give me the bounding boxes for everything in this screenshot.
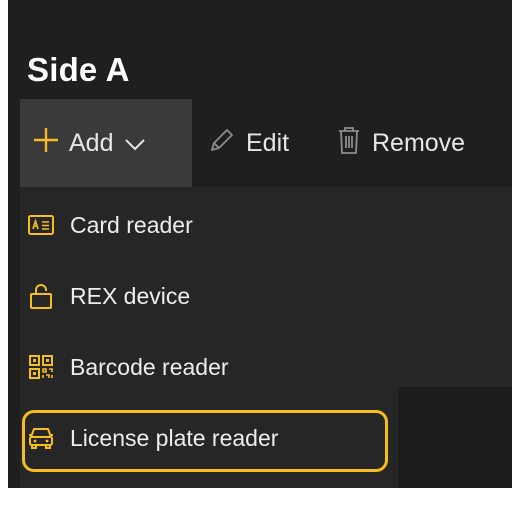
side-panel: Side A Add Edit Remove Card reader REX d… [8, 0, 512, 488]
menu-item-label: Card reader [70, 211, 193, 238]
qr-code-icon [28, 354, 54, 380]
page-title: Side A [27, 51, 130, 88]
selection-highlight [22, 410, 388, 472]
edit-button-label: Edit [246, 128, 290, 157]
unlock-icon [28, 283, 54, 309]
plus-icon [33, 127, 59, 160]
menu-item-label: REX device [70, 282, 191, 309]
trash-icon [336, 125, 362, 162]
menu-item-label: Barcode reader [70, 353, 229, 380]
remove-button[interactable]: Remove [336, 99, 465, 187]
pencil-icon [208, 126, 236, 161]
chevron-down-icon [125, 129, 146, 158]
remove-button-label: Remove [372, 128, 466, 157]
menu-item-barcode-reader[interactable]: Barcode reader [28, 347, 229, 387]
menu-backdrop [398, 387, 512, 488]
menu-item-card-reader[interactable]: Card reader [28, 205, 193, 245]
add-button-label: Add [69, 128, 114, 157]
edit-button[interactable]: Edit [208, 99, 289, 187]
toolbar: Add Edit Remove [20, 99, 512, 187]
card-reader-icon [28, 212, 54, 238]
menu-item-rex-device[interactable]: REX device [28, 276, 190, 316]
add-dropdown-button[interactable]: Add [20, 99, 192, 187]
